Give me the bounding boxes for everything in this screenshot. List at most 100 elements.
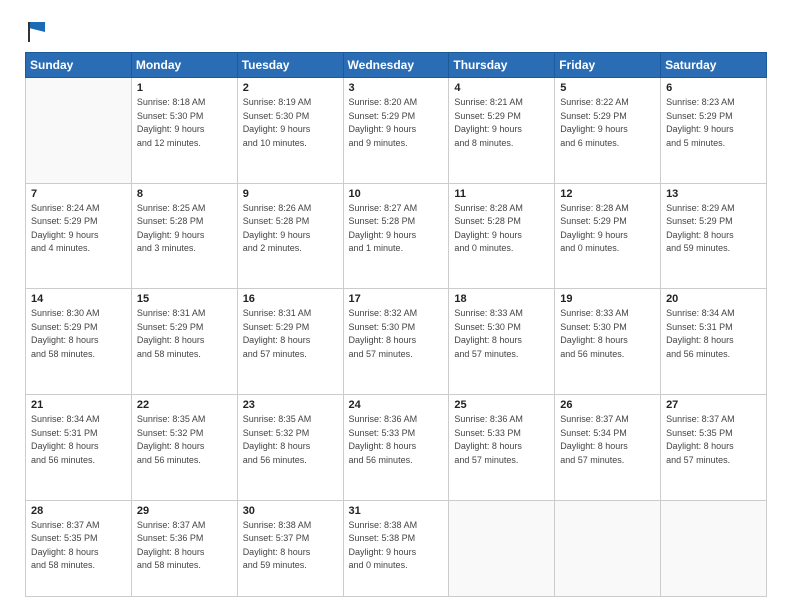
day-number: 17 (349, 293, 444, 305)
calendar-cell: 11 Sunrise: 8:28 AM Sunset: 5:28 PM Dayli… (449, 183, 555, 289)
weekday-header-saturday: Saturday (661, 53, 767, 78)
day-number: 31 (349, 505, 444, 517)
weekday-header-friday: Friday (555, 53, 661, 78)
day-number: 7 (31, 188, 126, 200)
logo (25, 20, 49, 44)
calendar-cell: 1 Sunrise: 8:18 AM Sunset: 5:30 PM Daylig… (131, 78, 237, 184)
calendar-cell: 6Sunrise: 8:23 AM Sunset: 5:29 PM Daylig… (661, 78, 767, 184)
day-info: Sunrise: 8:26 AM Sunset: 5:28 PM Dayligh… (243, 202, 338, 256)
day-number: 22 (137, 399, 232, 411)
calendar-cell: 18 Sunrise: 8:33 AM Sunset: 5:30 PM Dayli… (449, 289, 555, 395)
calendar-cell: 10 Sunrise: 8:27 AM Sunset: 5:28 PM Dayli… (343, 183, 449, 289)
calendar-week-5: 28 Sunrise: 8:37 AM Sunset: 5:35 PM Dayli… (26, 500, 767, 596)
page: SundayMondayTuesdayWednesdayThursdayFrid… (0, 0, 792, 612)
calendar-week-1: 1 Sunrise: 8:18 AM Sunset: 5:30 PM Daylig… (26, 78, 767, 184)
calendar-cell: 15 Sunrise: 8:31 AM Sunset: 5:29 PM Dayli… (131, 289, 237, 395)
day-info: Sunrise: 8:24 AM Sunset: 5:29 PM Dayligh… (31, 202, 126, 256)
day-number: 26 (560, 399, 655, 411)
day-info: Sunrise: 8:38 AM Sunset: 5:38 PM Dayligh… (349, 519, 444, 573)
calendar-cell: 9 Sunrise: 8:26 AM Sunset: 5:28 PM Daylig… (237, 183, 343, 289)
day-number: 18 (454, 293, 549, 305)
calendar-cell: 20 Sunrise: 8:34 AM Sunset: 5:31 PM Dayli… (661, 289, 767, 395)
calendar-cell: 29 Sunrise: 8:37 AM Sunset: 5:36 PM Dayli… (131, 500, 237, 596)
day-info: Sunrise: 8:28 AM Sunset: 5:28 PM Dayligh… (454, 202, 549, 256)
day-number: 20 (666, 293, 761, 305)
day-info: Sunrise: 8:27 AM Sunset: 5:28 PM Dayligh… (349, 202, 444, 256)
day-info: Sunrise: 8:21 AM Sunset: 5:29 PM Dayligh… (454, 96, 549, 150)
day-info: Sunrise: 8:37 AM Sunset: 5:34 PM Dayligh… (560, 413, 655, 467)
day-number: 28 (31, 505, 126, 517)
logo-flag-icon (27, 20, 49, 42)
day-info: Sunrise: 8:36 AM Sunset: 5:33 PM Dayligh… (454, 413, 549, 467)
day-number: 19 (560, 293, 655, 305)
day-info: Sunrise: 8:29 AM Sunset: 5:29 PM Dayligh… (666, 202, 761, 256)
calendar-cell: 4 Sunrise: 8:21 AM Sunset: 5:29 PM Daylig… (449, 78, 555, 184)
calendar-week-3: 14Sunrise: 8:30 AM Sunset: 5:29 PM Dayli… (26, 289, 767, 395)
day-info: Sunrise: 8:37 AM Sunset: 5:35 PM Dayligh… (31, 519, 126, 573)
calendar-cell: 24 Sunrise: 8:36 AM Sunset: 5:33 PM Dayli… (343, 395, 449, 501)
weekday-header-row: SundayMondayTuesdayWednesdayThursdayFrid… (26, 53, 767, 78)
calendar-cell: 30Sunrise: 8:38 AM Sunset: 5:37 PM Dayli… (237, 500, 343, 596)
calendar-cell: 28 Sunrise: 8:37 AM Sunset: 5:35 PM Dayli… (26, 500, 132, 596)
calendar-cell: 31 Sunrise: 8:38 AM Sunset: 5:38 PM Dayli… (343, 500, 449, 596)
calendar-cell (661, 500, 767, 596)
calendar-cell: 8Sunrise: 8:25 AM Sunset: 5:28 PM Daylig… (131, 183, 237, 289)
day-info: Sunrise: 8:31 AM Sunset: 5:29 PM Dayligh… (137, 307, 232, 361)
day-info: Sunrise: 8:37 AM Sunset: 5:36 PM Dayligh… (137, 519, 232, 573)
calendar-cell: 13 Sunrise: 8:29 AM Sunset: 5:29 PM Dayli… (661, 183, 767, 289)
calendar-cell: 17 Sunrise: 8:32 AM Sunset: 5:30 PM Dayli… (343, 289, 449, 395)
calendar-week-2: 7 Sunrise: 8:24 AM Sunset: 5:29 PM Daylig… (26, 183, 767, 289)
calendar-table: SundayMondayTuesdayWednesdayThursdayFrid… (25, 52, 767, 597)
day-number: 4 (454, 82, 549, 94)
day-info: Sunrise: 8:25 AM Sunset: 5:28 PM Dayligh… (137, 202, 232, 256)
day-number: 21 (31, 399, 126, 411)
day-info: Sunrise: 8:36 AM Sunset: 5:33 PM Dayligh… (349, 413, 444, 467)
weekday-header-monday: Monday (131, 53, 237, 78)
day-number: 1 (137, 82, 232, 94)
day-info: Sunrise: 8:19 AM Sunset: 5:30 PM Dayligh… (243, 96, 338, 150)
header (25, 20, 767, 44)
day-number: 29 (137, 505, 232, 517)
calendar-cell: 21 Sunrise: 8:34 AM Sunset: 5:31 PM Dayli… (26, 395, 132, 501)
day-info: Sunrise: 8:20 AM Sunset: 5:29 PM Dayligh… (349, 96, 444, 150)
day-number: 24 (349, 399, 444, 411)
weekday-header-wednesday: Wednesday (343, 53, 449, 78)
calendar-cell: 22 Sunrise: 8:35 AM Sunset: 5:32 PM Dayli… (131, 395, 237, 501)
weekday-header-sunday: Sunday (26, 53, 132, 78)
day-info: Sunrise: 8:33 AM Sunset: 5:30 PM Dayligh… (560, 307, 655, 361)
calendar-cell: 26 Sunrise: 8:37 AM Sunset: 5:34 PM Dayli… (555, 395, 661, 501)
day-info: Sunrise: 8:31 AM Sunset: 5:29 PM Dayligh… (243, 307, 338, 361)
logo-text-block (25, 20, 49, 44)
calendar-cell: 2Sunrise: 8:19 AM Sunset: 5:30 PM Daylig… (237, 78, 343, 184)
calendar-cell: 3 Sunrise: 8:20 AM Sunset: 5:29 PM Daylig… (343, 78, 449, 184)
day-number: 9 (243, 188, 338, 200)
day-info: Sunrise: 8:18 AM Sunset: 5:30 PM Dayligh… (137, 96, 232, 150)
calendar-cell: 16Sunrise: 8:31 AM Sunset: 5:29 PM Dayli… (237, 289, 343, 395)
day-number: 30 (243, 505, 338, 517)
calendar-cell: 25 Sunrise: 8:36 AM Sunset: 5:33 PM Dayli… (449, 395, 555, 501)
day-info: Sunrise: 8:28 AM Sunset: 5:29 PM Dayligh… (560, 202, 655, 256)
calendar-cell: 14Sunrise: 8:30 AM Sunset: 5:29 PM Dayli… (26, 289, 132, 395)
day-info: Sunrise: 8:23 AM Sunset: 5:29 PM Dayligh… (666, 96, 761, 150)
calendar-cell (555, 500, 661, 596)
calendar-week-4: 21 Sunrise: 8:34 AM Sunset: 5:31 PM Dayli… (26, 395, 767, 501)
day-info: Sunrise: 8:34 AM Sunset: 5:31 PM Dayligh… (666, 307, 761, 361)
day-info: Sunrise: 8:32 AM Sunset: 5:30 PM Dayligh… (349, 307, 444, 361)
day-number: 13 (666, 188, 761, 200)
calendar-cell: 23Sunrise: 8:35 AM Sunset: 5:32 PM Dayli… (237, 395, 343, 501)
day-info: Sunrise: 8:37 AM Sunset: 5:35 PM Dayligh… (666, 413, 761, 467)
day-number: 11 (454, 188, 549, 200)
calendar-cell: 12Sunrise: 8:28 AM Sunset: 5:29 PM Dayli… (555, 183, 661, 289)
day-info: Sunrise: 8:22 AM Sunset: 5:29 PM Dayligh… (560, 96, 655, 150)
day-number: 3 (349, 82, 444, 94)
day-info: Sunrise: 8:33 AM Sunset: 5:30 PM Dayligh… (454, 307, 549, 361)
day-info: Sunrise: 8:35 AM Sunset: 5:32 PM Dayligh… (243, 413, 338, 467)
calendar-cell: 27Sunrise: 8:37 AM Sunset: 5:35 PM Dayli… (661, 395, 767, 501)
weekday-header-thursday: Thursday (449, 53, 555, 78)
weekday-header-tuesday: Tuesday (237, 53, 343, 78)
day-number: 10 (349, 188, 444, 200)
day-info: Sunrise: 8:34 AM Sunset: 5:31 PM Dayligh… (31, 413, 126, 467)
day-number: 25 (454, 399, 549, 411)
day-number: 15 (137, 293, 232, 305)
day-info: Sunrise: 8:35 AM Sunset: 5:32 PM Dayligh… (137, 413, 232, 467)
